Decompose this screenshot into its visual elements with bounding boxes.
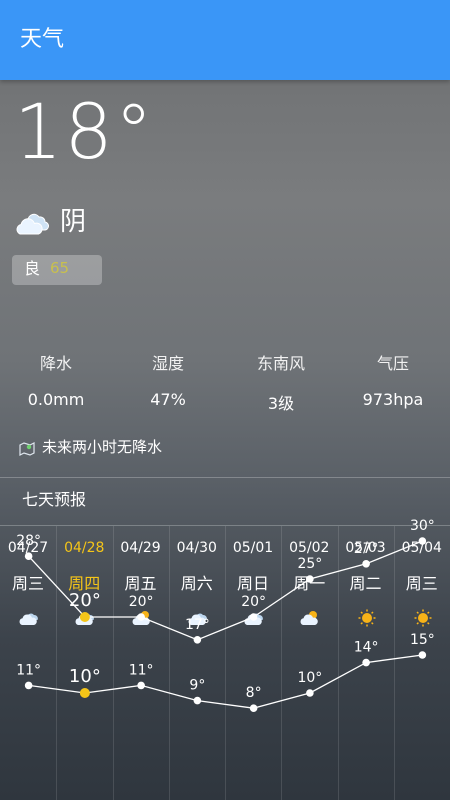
forecast-date: 05/04 — [401, 540, 442, 556]
rain-notice: 未来两小时无降水 — [42, 438, 163, 456]
column-separator — [112, 526, 114, 800]
sunny-icon — [414, 609, 432, 627]
stat-label: 降水 — [39, 354, 72, 373]
aqi-value: 65 — [50, 259, 70, 277]
forecast-weekday: 周二 — [349, 574, 382, 593]
partly-cloudy-icon — [132, 611, 150, 625]
forecast-weekday: 周四 — [68, 574, 101, 593]
stat-pressure: 气压 973hpa — [337, 350, 449, 409]
column-separator — [337, 526, 339, 800]
forecast-date: 05/02 — [289, 540, 330, 556]
forecast-date: 05/03 — [345, 540, 386, 556]
sunny-icon — [358, 609, 375, 627]
current-temperature: 18° — [14, 87, 155, 176]
forecast-weekday: 周三 — [11, 574, 44, 593]
current-condition: 阴 — [60, 207, 87, 237]
forecast-date: 04/29 — [120, 540, 161, 556]
forecast-date: 04/30 — [176, 540, 217, 556]
partly-cloudy-icon — [300, 611, 319, 625]
cloudy-icon — [19, 613, 38, 625]
stat-label: 东南风 — [256, 354, 305, 373]
forecast-day[interactable]: 05/04 周三 — [394, 526, 450, 800]
divider — [0, 477, 450, 478]
app-title: 天气 — [20, 27, 65, 52]
forecast-weekday: 周六 — [180, 574, 213, 593]
stat-humidity: 湿度 47% — [112, 350, 224, 409]
forecast-day[interactable]: 04/30 周六 — [169, 526, 225, 800]
stat-value: 973hpa — [362, 390, 424, 409]
stat-precipitation: 降水 0.0mm — [0, 350, 112, 409]
cloudy-icon — [244, 613, 263, 625]
forecast-date: 05/01 — [232, 540, 274, 556]
forecast-weekday: 周五 — [124, 574, 157, 593]
forecast-day[interactable]: 05/03 周二 — [338, 526, 394, 800]
aqi-label: 良 — [24, 259, 41, 278]
cloudy-icon — [188, 613, 207, 625]
cloudy-icon — [16, 213, 49, 235]
stat-value: 47% — [150, 390, 186, 409]
column-separator — [168, 526, 170, 800]
column-separator — [225, 526, 226, 800]
forecast-day[interactable]: 05/01 周日 — [225, 526, 281, 800]
map-pin-icon — [19, 442, 35, 456]
forecast-title: 七天预报 — [22, 490, 87, 509]
stat-value: 3级 — [267, 394, 295, 413]
forecast-weekday: 周日 — [236, 574, 269, 593]
column-separator — [393, 526, 395, 800]
forecast-day[interactable]: 04/29 周五 — [113, 526, 169, 800]
stat-label: 气压 — [376, 354, 409, 373]
forecast-weekday: 周一 — [293, 574, 326, 593]
forecast-day[interactable]: 05/02 周一 — [281, 526, 337, 800]
forecast-day[interactable]: 04/27 周三 — [0, 526, 56, 800]
stat-label: 湿度 — [151, 354, 184, 373]
forecast-date: 04/28 — [64, 540, 105, 556]
column-separator — [56, 526, 58, 800]
forecast-weekday: 周三 — [405, 574, 438, 593]
stat-wind: 东南风 3级 — [225, 350, 337, 414]
forecast-date: 04/27 — [7, 540, 49, 556]
app-bar: 天气 — [0, 0, 450, 80]
stat-value: 0.0mm — [27, 390, 85, 409]
aqi-badge[interactable]: 良 65 — [12, 255, 102, 285]
forecast-day[interactable]: 04/28 周四 — [56, 526, 112, 800]
column-separator — [281, 526, 283, 800]
cloudy-icon — [75, 613, 95, 625]
